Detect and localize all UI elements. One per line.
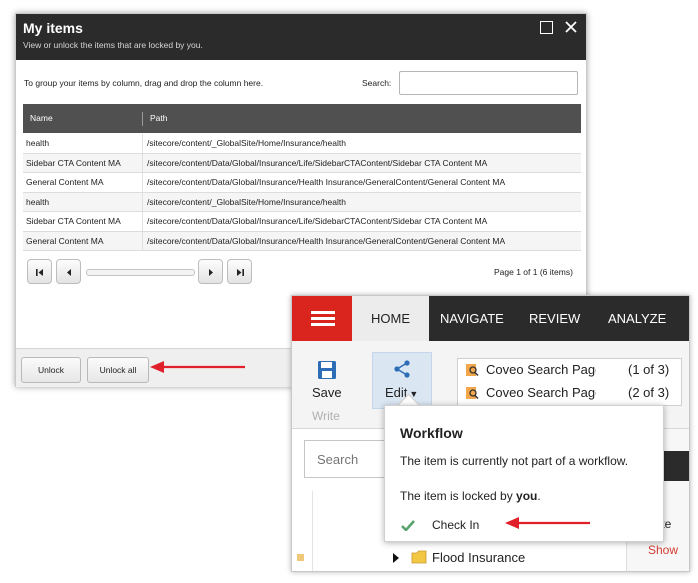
table-row[interactable]: Sidebar CTA Content MA /sitecore/content… — [23, 153, 581, 173]
workflow-title: Workflow — [400, 425, 463, 441]
cell-name: Sidebar CTA Content MA — [26, 157, 121, 168]
cell-name: health — [26, 196, 50, 207]
cell-divider — [142, 134, 143, 153]
grid-header: Name Path — [23, 104, 581, 133]
cell-path: /sitecore/content/Data/Global/Insurance/… — [147, 157, 488, 168]
column-divider[interactable] — [142, 112, 143, 126]
search-input[interactable] — [399, 71, 578, 95]
lock-status-prefix: The item is locked by — [400, 489, 517, 503]
page-slider[interactable] — [86, 269, 195, 276]
maximize-icon[interactable] — [540, 21, 553, 34]
tab-navigate[interactable]: NAVIGATE — [440, 296, 504, 341]
close-icon[interactable] — [564, 20, 578, 34]
dialog-title: My items — [23, 20, 83, 36]
grid-body: health /sitecore/content/_GlobalSite/Hom… — [23, 134, 581, 251]
locked-items-list: Coveo Search Page (1 of 3) Coveo Search … — [457, 358, 682, 406]
cell-path: /sitecore/content/Data/Global/Insurance/… — [147, 216, 488, 226]
table-row[interactable]: General Content MA /sitecore/content/Dat… — [23, 173, 581, 193]
unlock-all-button[interactable]: Unlock all — [87, 357, 149, 383]
tab-analyze[interactable]: ANALYZE — [608, 296, 666, 341]
cell-divider — [142, 231, 143, 250]
tab-review[interactable]: REVIEW — [529, 296, 580, 341]
locked-item-count: (1 of 3) — [628, 362, 670, 377]
workflow-share-icon — [394, 360, 410, 378]
table-row[interactable]: health /sitecore/content/_GlobalSite/Hom… — [23, 192, 581, 212]
dialog-subtitle: View or unlock the items that are locked… — [23, 40, 203, 50]
write-group-label: Write — [312, 409, 340, 423]
show-link[interactable]: Show — [648, 543, 678, 557]
check-in-button[interactable]: Check In — [400, 516, 540, 534]
last-page-button[interactable] — [227, 259, 252, 284]
list-item[interactable]: Coveo Search Page (2 of 3) — [458, 382, 681, 404]
first-page-button[interactable] — [27, 259, 52, 284]
tab-home[interactable]: HOME — [352, 296, 429, 341]
menu-icon[interactable] — [292, 296, 352, 341]
cell-name: Sidebar CTA Content MA — [26, 216, 121, 226]
table-row[interactable]: Sidebar CTA Content MA /sitecore/content… — [23, 212, 581, 232]
search-page-icon — [465, 386, 479, 403]
expand-arrow-icon[interactable] — [393, 553, 399, 563]
lock-status-text: The item is locked by you. — [400, 489, 541, 503]
cell-path: /sitecore/content/Data/Global/Insurance/… — [147, 177, 506, 187]
list-item[interactable]: Coveo Search Page (1 of 3) — [458, 359, 681, 381]
column-header-path[interactable]: Path — [150, 113, 168, 123]
folder-icon — [411, 550, 427, 569]
lock-owner: you — [516, 489, 538, 503]
tree-item-label[interactable]: Flood Insurance — [432, 550, 525, 565]
workflow-popup: Workflow The item is currently not part … — [384, 405, 664, 542]
next-page-button[interactable] — [198, 259, 223, 284]
checkmark-icon — [401, 520, 415, 531]
cell-name: General Content MA — [26, 235, 104, 246]
cell-path: /sitecore/content/Data/Global/Insurance/… — [147, 235, 506, 246]
workflow-message: The item is currently not part of a work… — [400, 454, 629, 468]
table-row[interactable]: General Content MA /sitecore/content/Dat… — [23, 231, 581, 251]
locked-item-count: (2 of 3) — [628, 385, 670, 400]
cell-name: General Content MA — [26, 177, 104, 187]
cell-divider — [142, 153, 143, 172]
cell-name: health — [26, 138, 50, 148]
table-row[interactable]: health /sitecore/content/_GlobalSite/Hom… — [23, 134, 581, 154]
check-in-label: Check In — [432, 518, 480, 532]
locked-item-name: Coveo Search Page — [486, 385, 596, 400]
cell-divider — [142, 192, 143, 211]
locked-item-name: Coveo Search Page — [486, 362, 596, 377]
column-header-name[interactable]: Name — [30, 113, 53, 123]
cell-path: /sitecore/content/_GlobalSite/Home/Insur… — [147, 138, 346, 148]
group-by-hint: To group your items by column, drag and … — [24, 78, 264, 88]
tree-marker-icon — [297, 554, 304, 561]
save-icon[interactable] — [317, 360, 337, 385]
dialog-header: My items View or unlock the items that a… — [16, 14, 586, 60]
cell-divider — [142, 173, 143, 192]
prev-page-button[interactable] — [56, 259, 81, 284]
unlock-button[interactable]: Unlock — [21, 357, 81, 383]
tree-guide-line — [312, 491, 313, 571]
search-label: Search: — [362, 78, 392, 88]
save-button[interactable]: Save — [312, 385, 342, 400]
search-page-icon — [465, 363, 479, 380]
cell-divider — [142, 212, 143, 231]
cell-path: /sitecore/content/_GlobalSite/Home/Insur… — [147, 196, 346, 207]
page-info: Page 1 of 1 (6 items) — [494, 267, 573, 277]
lock-status-suffix: . — [537, 489, 541, 503]
